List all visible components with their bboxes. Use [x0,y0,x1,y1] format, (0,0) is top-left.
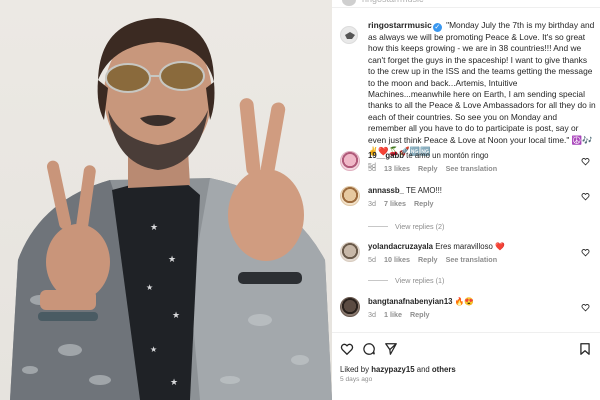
view-replies-label[interactable]: View replies (1) [395,276,444,285]
comment-age: 3d [368,199,376,208]
comments-scroll[interactable]: ringostarrmusic ✓ "Monday July the 7th is… [332,14,600,332]
comment-likes[interactable]: 13 likes [384,164,410,174]
comment-avatar[interactable] [340,297,360,317]
comment-age: 5d [368,164,376,173]
comment-text: 🔥😍 [454,297,475,306]
heart-icon[interactable] [581,192,590,201]
verified-badge-icon: ✓ [432,23,442,32]
liked-by-text: Liked by hazypazy15 and others [340,365,456,374]
post-panel: ringostarrmusic ringostarrmusic✓ "Monday… [332,0,600,400]
svg-text:★: ★ [168,255,176,265]
photo-illustration: ★ ★ ★ ★ ★ ★ [10,18,332,400]
post-caption: ringostarrmusic ✓ "Monday July the 7th is… [340,20,596,170]
replies-divider [368,226,388,227]
comment-age: 3d [368,310,376,319]
header-username[interactable]: ringostarrmusic [362,0,424,4]
comment-username[interactable]: annassb_ [368,186,404,195]
caption-username[interactable]: ringostarrmusic [368,20,432,30]
post-time-ago: 5 days ago [340,376,373,383]
owner-avatar[interactable] [340,26,358,44]
comment-likes[interactable]: 1 like [384,310,402,320]
heart-icon[interactable] [581,157,590,166]
svg-text:★: ★ [150,223,158,233]
liked-by-prefix: Liked by [340,365,370,374]
comment-item: bangtanafnabenyian13 🔥😍 3d 1 like Reply [340,297,596,320]
reply-button[interactable]: Reply [410,310,430,320]
svg-text:★: ★ [146,283,153,292]
view-replies-label[interactable]: View replies (2) [395,222,444,231]
reply-button[interactable]: Reply [418,255,438,265]
comment-avatar[interactable] [340,242,360,262]
comment-item: yolandacruzayala Eres maravilloso ❤️ 5d … [340,242,596,265]
comment-text: te amo un montón ringo [406,151,489,160]
comment-age: 5d [368,255,376,264]
comment-avatar[interactable] [340,151,360,171]
comment-avatar[interactable] [340,186,360,206]
liked-by-others[interactable]: others [432,365,456,374]
reply-button[interactable]: Reply [418,164,438,174]
header-avatar[interactable] [342,0,356,6]
comment-likes[interactable]: 10 likes [384,255,410,265]
comment-icon[interactable] [362,342,376,356]
svg-text:★: ★ [172,311,180,321]
comment-item: 19__gabb te amo un montón ringo 5d 13 li… [340,151,596,174]
view-replies-button[interactable]: View replies (1) [368,276,444,285]
comment-username[interactable]: 19__gabb [368,151,404,160]
comment-text: TE AMO!!! [406,186,442,195]
liked-by-and: and [416,365,430,374]
view-replies-button[interactable]: View replies (2) [368,222,444,231]
heart-icon[interactable] [581,248,590,257]
comment-likes[interactable]: 7 likes [384,199,406,209]
heart-icon[interactable] [581,303,590,312]
comment-item: annassb_ TE AMO!!! 3d 7 likes Reply [340,186,596,209]
post-actions: Liked by hazypazy15 and others 5 days ag… [332,332,600,400]
reply-button[interactable]: Reply [414,199,434,209]
bookmark-icon[interactable] [578,342,592,356]
svg-text:★: ★ [150,345,157,354]
liked-by-user[interactable]: hazypazy15 [371,365,414,374]
share-icon[interactable] [384,342,398,356]
post-header: ringostarrmusic [332,0,600,8]
comment-username[interactable]: yolandacruzayala [368,242,433,251]
caption-text: "Monday July the 7th is my birthday and … [368,20,596,157]
see-translation-button[interactable]: See translation [446,164,498,174]
svg-text:★: ★ [170,378,178,388]
comment-text: Eres maravilloso ❤️ [435,242,505,251]
see-translation-button[interactable]: See translation [446,255,498,265]
comment-username[interactable]: bangtanafnabenyian13 [368,297,453,306]
replies-divider [368,280,388,281]
post-photo: ★ ★ ★ ★ ★ ★ [0,0,332,400]
heart-icon[interactable] [340,342,354,356]
